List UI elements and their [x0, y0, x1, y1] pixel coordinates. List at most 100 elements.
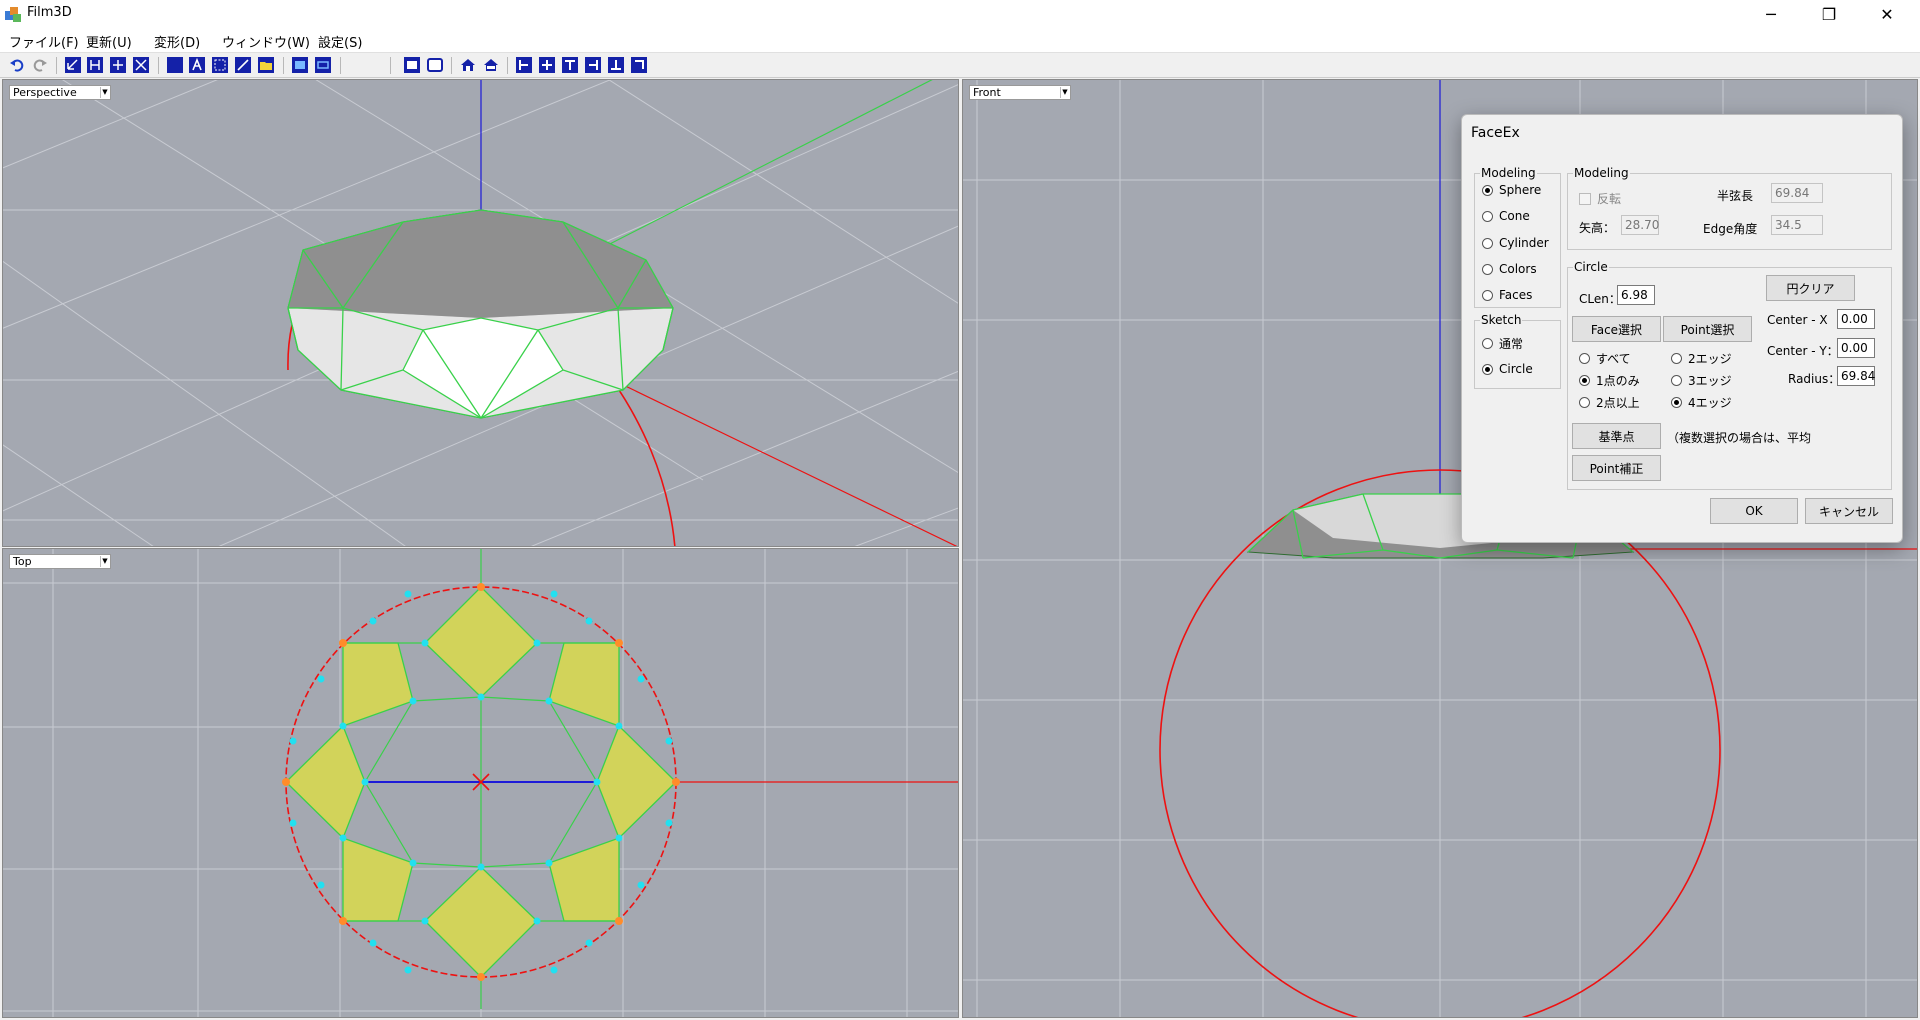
base-point-button[interactable]: 基準点 [1572, 423, 1661, 449]
radio-label: 1点のみ [1596, 374, 1640, 388]
top-viewport[interactable]: Top ▼ [2, 548, 959, 1018]
view-mode-select-top[interactable]: Top ▼ [9, 554, 111, 569]
radio-indicator [1482, 263, 1493, 275]
sketch-group-label: Sketch [1481, 313, 1522, 327]
menu-bar: ファイル(F) 更新(U) 変形(D) ウィンドウ(W) 設定(S) [0, 28, 1920, 53]
align-4-icon[interactable] [585, 57, 601, 73]
top-scene [3, 549, 958, 1017]
radio-4-edge[interactable]: 4エッジ [1671, 394, 1732, 411]
layer-1-icon[interactable] [292, 57, 308, 73]
dialog-title: FaceEx [1471, 125, 1520, 141]
y-axis-line [597, 80, 933, 251]
align-5-icon[interactable] [608, 57, 624, 73]
radio-indicator [1671, 375, 1682, 386]
align-2-icon[interactable] [539, 57, 555, 73]
center-y-label: Center - Y： [1767, 344, 1839, 358]
toolbar-separator [158, 57, 159, 74]
center-y-field[interactable]: 0.00 [1837, 338, 1875, 358]
radio-3-edge[interactable]: 3エッジ [1671, 372, 1732, 389]
layer-2-icon[interactable] [315, 57, 331, 73]
view-ortho-4-icon[interactable] [133, 57, 149, 73]
radio-all-points[interactable]: すべて [1579, 350, 1631, 367]
toolbar-separator [451, 57, 452, 74]
menu-transform[interactable]: 変形(D) [154, 32, 200, 51]
params-group-label: Modeling [1574, 166, 1629, 180]
menu-window[interactable]: ウィンドウ(W) [222, 32, 310, 51]
window-title: Film3D [27, 5, 72, 20]
chevron-down-icon: ▼ [1060, 87, 1069, 98]
view-mode-label: Front [973, 86, 1001, 99]
invert-checkbox[interactable]: 反転 [1579, 190, 1621, 207]
half-chord-field[interactable]: 69.84 [1771, 183, 1823, 203]
text-tool-icon[interactable] [189, 57, 205, 73]
view-ortho-2-icon[interactable] [87, 57, 103, 73]
minimize-button[interactable]: ─ [1748, 0, 1794, 28]
radio-indicator [1671, 397, 1682, 408]
radio-circle[interactable]: Circle [1482, 362, 1533, 376]
ok-button[interactable]: OK [1710, 498, 1798, 524]
radio-two-or-more[interactable]: 2点以上 [1579, 394, 1640, 411]
face-select-button[interactable]: Face選択 [1572, 316, 1661, 342]
point-select-button[interactable]: Point選択 [1663, 316, 1752, 342]
radio-label: 2エッジ [1688, 352, 1732, 366]
averaging-note: （複数選択の場合は、平均 [1667, 431, 1812, 445]
align-6-icon[interactable] [631, 57, 647, 73]
radio-indicator [1482, 363, 1493, 375]
radio-one-point[interactable]: 1点のみ [1579, 372, 1640, 389]
radio-sphere[interactable]: Sphere [1482, 183, 1541, 197]
view-ortho-3-icon[interactable] [110, 57, 126, 73]
edge-angle-label: Edge角度 [1703, 222, 1758, 236]
clear-circle-button[interactable]: 円クリア [1766, 275, 1855, 301]
radio-faces[interactable]: Faces [1482, 288, 1532, 302]
perspective-viewport[interactable]: Perspective ▼ [2, 79, 959, 547]
cancel-button[interactable]: キャンセル [1805, 498, 1893, 524]
view-mode-select-perspective[interactable]: Perspective ▼ [9, 85, 111, 100]
house-2-icon[interactable] [483, 57, 499, 73]
clen-label: CLen： [1579, 292, 1621, 306]
radio-label: Sphere [1499, 183, 1542, 197]
redo-icon[interactable] [32, 57, 48, 73]
toolbar [0, 54, 1920, 78]
modeling-params-group: Modeling [1567, 166, 1892, 250]
rect-select-icon[interactable] [167, 57, 183, 73]
align-1-icon[interactable] [516, 57, 532, 73]
view-ortho-1-icon[interactable] [65, 57, 81, 73]
radio-cone[interactable]: Cone [1482, 209, 1530, 223]
window-2-icon[interactable] [427, 57, 443, 73]
clen-field[interactable]: 6.98 [1617, 285, 1655, 305]
align-3-icon[interactable] [562, 57, 578, 73]
restore-button[interactable]: ❐ [1806, 0, 1852, 28]
menu-update[interactable]: 更新(U) [86, 32, 132, 51]
point-correct-button[interactable]: Point補正 [1572, 455, 1661, 481]
radio-label: 4エッジ [1688, 396, 1732, 410]
radio-normal[interactable]: 通常 [1482, 335, 1523, 352]
center-x-field[interactable]: 0.00 [1837, 309, 1875, 329]
lasso-select-icon[interactable] [212, 57, 228, 73]
menu-file[interactable]: ファイル(F) [9, 32, 79, 51]
menu-settings[interactable]: 設定(S) [318, 32, 362, 51]
radio-label: すべて [1596, 352, 1631, 366]
radio-label: 3エッジ [1688, 374, 1732, 388]
radio-cylinder[interactable]: Cylinder [1482, 236, 1549, 250]
sagitta-label: 矢高： [1579, 221, 1616, 235]
radio-colors[interactable]: Colors [1482, 262, 1537, 276]
house-1-icon[interactable] [460, 57, 476, 73]
faceex-dialog: FaceEx Modeling Sphere Cone Cylinder Col… [1461, 114, 1903, 543]
radio-label: 通常 [1499, 337, 1524, 351]
open-folder-icon[interactable] [258, 57, 274, 73]
gem-mesh [288, 210, 673, 318]
line-tool-icon[interactable] [235, 57, 251, 73]
close-button[interactable]: ✕ [1864, 0, 1910, 28]
sagitta-field[interactable]: 28.70 [1621, 215, 1659, 235]
undo-icon[interactable] [9, 57, 25, 73]
radius-field[interactable]: 69.84 [1837, 366, 1875, 386]
radio-indicator [1482, 184, 1493, 196]
edge-angle-field[interactable]: 34.5 [1771, 215, 1823, 235]
toolbar-separator [56, 57, 57, 74]
modeling-group-label: Modeling [1481, 166, 1536, 180]
radio-2-edge[interactable]: 2エッジ [1671, 350, 1732, 367]
toolbar-separator [507, 57, 508, 74]
window-1-icon[interactable] [404, 57, 420, 73]
view-mode-select-front[interactable]: Front ▼ [969, 85, 1071, 100]
title-bar: Film3D ─ ❐ ✕ [0, 0, 1920, 28]
